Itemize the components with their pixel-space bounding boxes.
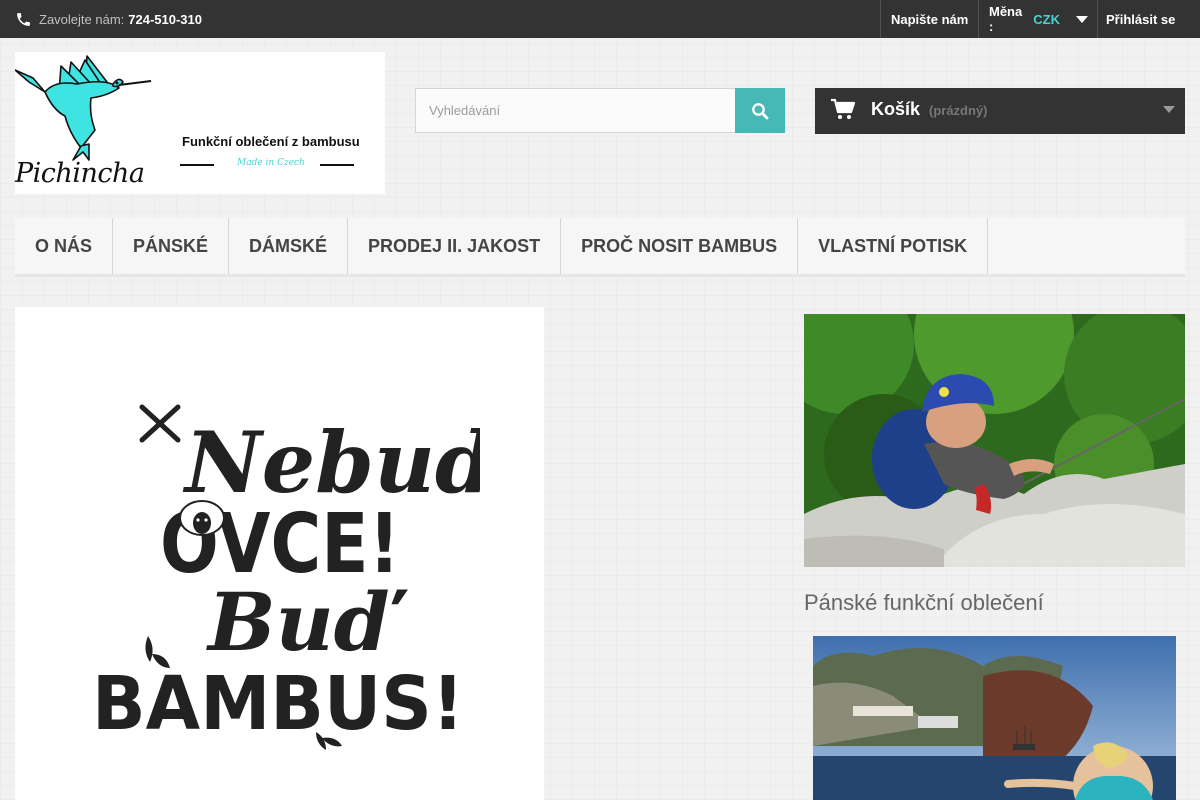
- slogan-artwork: Nebuď OVCE! Buď BAMBUS!: [92, 404, 480, 750]
- currency-label: Měna :: [989, 4, 1023, 34]
- cart-button[interactable]: Košík (prázdný): [815, 88, 1185, 134]
- menu-item-label: DÁMSKÉ: [249, 235, 328, 256]
- phone-icon: [17, 12, 30, 26]
- climber-image: [804, 314, 1185, 567]
- coast-photo[interactable]: [813, 636, 1176, 800]
- menu-item-proc-nosit-bambus[interactable]: PROČ NOSIT BAMBUS: [561, 218, 799, 274]
- category-link[interactable]: Pánské funkční oblečení: [804, 590, 1044, 616]
- currency-value: CZK: [1033, 11, 1060, 27]
- chevron-down-icon: [1076, 15, 1088, 23]
- contact-label: Napište nám: [891, 11, 969, 27]
- logo-tagline: Funkční oblečení z bambusu: [182, 134, 360, 149]
- phone-contact: Zavolejte nám: 724-510-310: [15, 0, 202, 38]
- menu-item-label: PROČ NOSIT BAMBUS: [581, 235, 778, 256]
- logo-divider-left: [180, 164, 214, 166]
- hummingbird-logo-icon: [15, 55, 152, 161]
- main-menu: O NÁS PÁNSKÉ DÁMSKÉ PRODEJ II. JAKOST PR…: [15, 218, 1185, 277]
- site-logo[interactable]: Pichincha Funkční oblečení z bambusu Mad…: [15, 52, 385, 194]
- phone-number[interactable]: 724-510-310: [128, 12, 202, 27]
- search-button[interactable]: [735, 88, 785, 133]
- login-label: Přihlásit se: [1106, 11, 1176, 27]
- search-icon: [752, 102, 769, 119]
- home-slider[interactable]: Nebuď OVCE! Buď BAMBUS!: [15, 307, 544, 800]
- slogan-line4: BAMBUS!: [92, 661, 464, 747]
- menu-item-damske[interactable]: DÁMSKÉ: [229, 218, 349, 274]
- menu-item-panske[interactable]: PÁNSKÉ: [113, 218, 230, 274]
- menu-item-label: O NÁS: [35, 235, 93, 256]
- search-form: [415, 88, 785, 133]
- menu-item-o-nas[interactable]: O NÁS: [15, 218, 114, 274]
- menu-item-label: PÁNSKÉ: [133, 235, 209, 256]
- coast-image: [813, 636, 1176, 800]
- menu-item-prodej-jakost[interactable]: PRODEJ II. JAKOST: [348, 218, 562, 274]
- contact-link[interactable]: Napište nám: [880, 0, 979, 38]
- currency-selector[interactable]: Měna : CZK: [978, 0, 1098, 38]
- chevron-down-icon: [1163, 106, 1175, 113]
- menu-item-label: PRODEJ II. JAKOST: [368, 235, 541, 256]
- top-bar: Zavolejte nám: 724-510-310 Napište nám M…: [0, 0, 1200, 38]
- sheep-icon: [179, 500, 225, 536]
- menu-item-label: VLASTNÍ POTISK: [818, 235, 968, 256]
- climber-photo[interactable]: [804, 314, 1185, 567]
- logo-made-in: Made in Czech: [237, 158, 305, 168]
- phone-label: Zavolejte nám:: [39, 11, 125, 27]
- search-input[interactable]: [415, 88, 736, 133]
- login-link[interactable]: Přihlásit se: [1097, 0, 1200, 38]
- slogan-line3: Buď: [206, 575, 409, 669]
- cart-status: (prázdný): [929, 103, 988, 118]
- cart-title: Košík: [871, 99, 921, 119]
- logo-divider-right: [320, 164, 354, 166]
- logo-name: Pichincha: [15, 158, 145, 189]
- menu-item-vlastni-potisk[interactable]: VLASTNÍ POTISK: [798, 218, 989, 274]
- cart-icon: [831, 98, 855, 119]
